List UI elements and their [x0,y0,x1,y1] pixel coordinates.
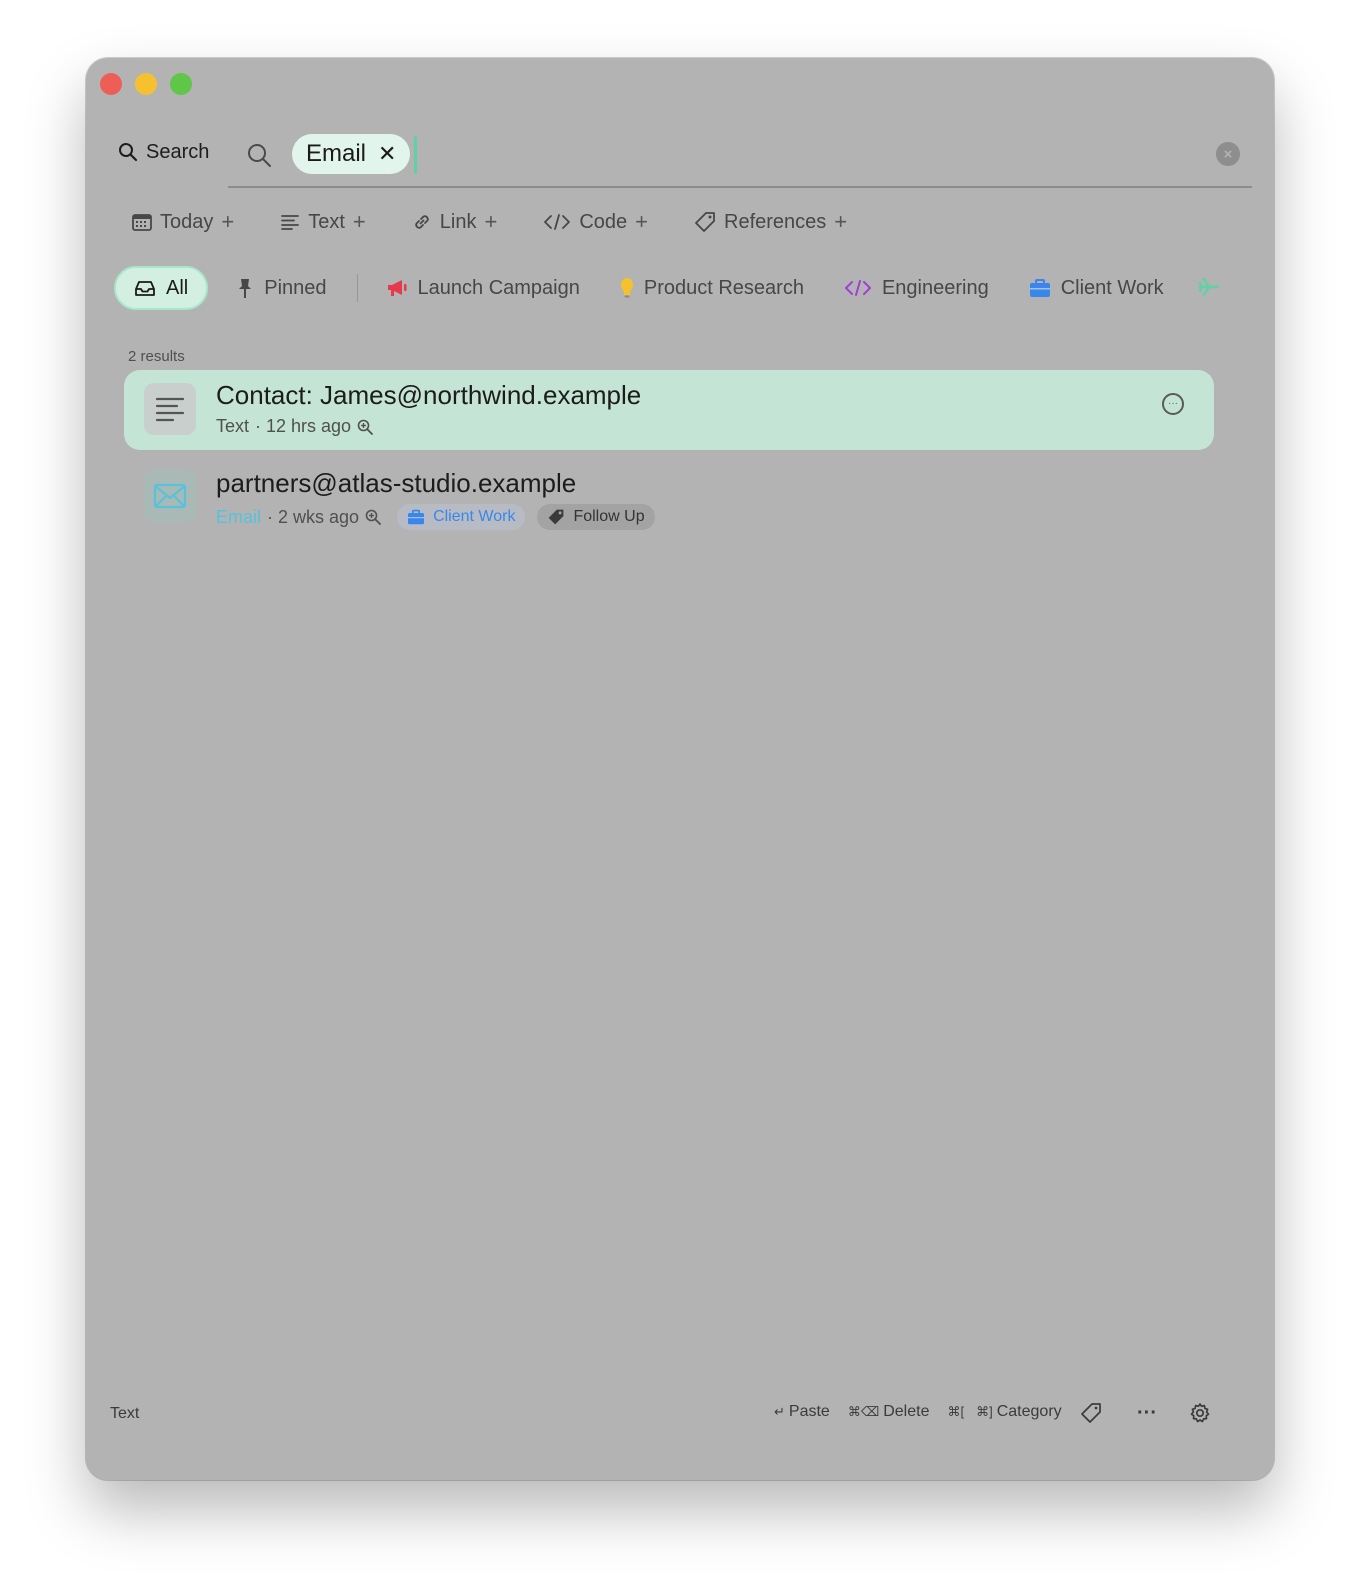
category-all[interactable]: All [114,266,209,310]
results-count: 2 results [128,348,185,365]
filter-today-label: Today [160,210,214,233]
filter-bar: Today + Text + Link + Code + References … [132,208,893,236]
category-engineering[interactable]: Engineering [844,277,989,300]
footer-shortcuts: ↵ Paste ⌘⌫ Delete ⌘[ ⌘] Category [774,1403,1062,1421]
code-icon [544,214,571,230]
search-token-label: Email [306,140,367,167]
tag-button[interactable] [1076,1398,1106,1428]
airplane-icon [1198,277,1220,297]
paste-shortcut: ↵ [774,1404,785,1419]
category-product-research[interactable]: Product Research [620,277,804,300]
add-filter-icon[interactable]: + [221,209,234,235]
category-badge[interactable]: Client Work [397,504,526,530]
category-next-shortcut: ⌘] [976,1404,993,1419]
category-pinned-label: Pinned [264,276,327,299]
link-icon [415,215,429,229]
search-mode-button[interactable]: Search [118,136,209,168]
app-window: Search Email ✕ × Today + Text + Link + C… [86,58,1274,1480]
category-badge-label: Client Work [433,508,516,525]
briefcase-icon [1029,279,1050,297]
clear-search-button[interactable]: × [1216,142,1240,166]
window-close-button[interactable] [100,73,122,95]
category-prev-shortcut: ⌘[ [947,1404,965,1419]
result-row[interactable]: partners@atlas-studio.example Email · 2 … [124,458,1214,538]
inbox-icon [135,281,155,296]
category-label: Category [996,1403,1062,1420]
result-thumbnail [144,383,196,435]
search-label: Search [146,140,210,163]
category-divider [356,274,358,302]
category-travel[interactable] [1198,276,1220,303]
zoom-icon[interactable] [365,509,381,525]
filter-code-label: Code [579,210,628,233]
more-options-icon[interactable]: ··· [1132,1398,1162,1428]
category-launch-label: Launch Campaign [417,276,580,299]
pin-icon [239,279,252,298]
search-token-chip[interactable]: Email ✕ [292,134,411,174]
megaphone-icon [387,280,407,296]
search-field[interactable]: Email ✕ × [228,128,1252,188]
window-minimize-button[interactable] [135,73,157,95]
add-filter-icon[interactable]: + [635,209,648,235]
remove-token-icon[interactable]: ✕ [378,143,396,165]
filter-today[interactable]: Today + [132,209,234,235]
paste-label: Paste [788,1403,830,1420]
window-zoom-button[interactable] [170,73,192,95]
code-brackets-icon [844,280,871,296]
category-all-label: All [166,276,189,299]
text-lines-icon [281,215,300,230]
text-document-icon [155,397,185,422]
delete-label: Delete [883,1403,930,1420]
envelope-icon [153,483,187,509]
category-launch-campaign[interactable]: Launch Campaign [386,277,580,300]
filter-code[interactable]: Code + [543,209,648,235]
row-actions-icon[interactable]: ··· [1162,393,1184,415]
category-action[interactable]: ⌘[ ⌘] Category [947,1403,1061,1421]
result-thumbnail [144,470,196,522]
text-caret [414,136,417,174]
tag-icon [549,509,564,525]
result-time: · 2 wks ago [267,506,360,527]
add-filter-icon[interactable]: + [834,209,847,235]
filter-references[interactable]: References + [694,209,847,235]
gear-icon [1190,1403,1210,1423]
result-type: Text [216,416,250,436]
tag-icon [695,212,715,232]
add-filter-icon[interactable]: + [484,209,497,235]
filter-link[interactable]: Link + [412,209,497,235]
result-meta: Email · 2 wks ago Client Work Follow Up [216,504,655,530]
delete-action[interactable]: ⌘⌫ Delete [848,1403,930,1421]
filter-text[interactable]: Text + [280,209,366,235]
tag-icon [1081,1403,1101,1423]
filter-text-label: Text [308,210,345,233]
calendar-icon [132,214,152,231]
search-magnifier-icon [248,144,271,167]
search-icon [119,143,138,162]
result-type: Email [216,506,262,527]
lightbulb-icon [620,278,633,298]
category-bar: All Pinned Launch Campaign Product Resea… [114,266,1204,310]
result-time: · 12 hrs ago [255,416,352,436]
category-client-label: Client Work [1060,276,1164,299]
category-client-work[interactable]: Client Work [1029,277,1164,300]
result-title: partners@atlas-studio.example [216,468,577,498]
paste-action[interactable]: ↵ Paste [774,1403,830,1421]
footer-type-label: Text [110,1405,140,1422]
clear-icon: × [1223,145,1233,163]
settings-button[interactable] [1185,1398,1215,1428]
add-filter-icon[interactable]: + [353,209,366,235]
zoom-icon[interactable] [357,419,373,435]
category-pinned[interactable]: Pinned [236,276,327,300]
filter-references-label: References [724,210,827,233]
result-meta: Text · 12 hrs ago [216,416,373,437]
filter-link-label: Link [439,210,477,233]
briefcase-icon [408,509,425,525]
category-research-label: Product Research [643,276,804,299]
tag-badge[interactable]: Follow Up [537,504,655,530]
tag-badge-label: Follow Up [573,508,645,525]
category-engineering-label: Engineering [881,276,989,299]
result-row[interactable]: Contact: James@northwind.example Text · … [124,370,1214,450]
delete-shortcut: ⌘⌫ [847,1404,880,1419]
result-title: Contact: James@northwind.example [216,380,642,410]
